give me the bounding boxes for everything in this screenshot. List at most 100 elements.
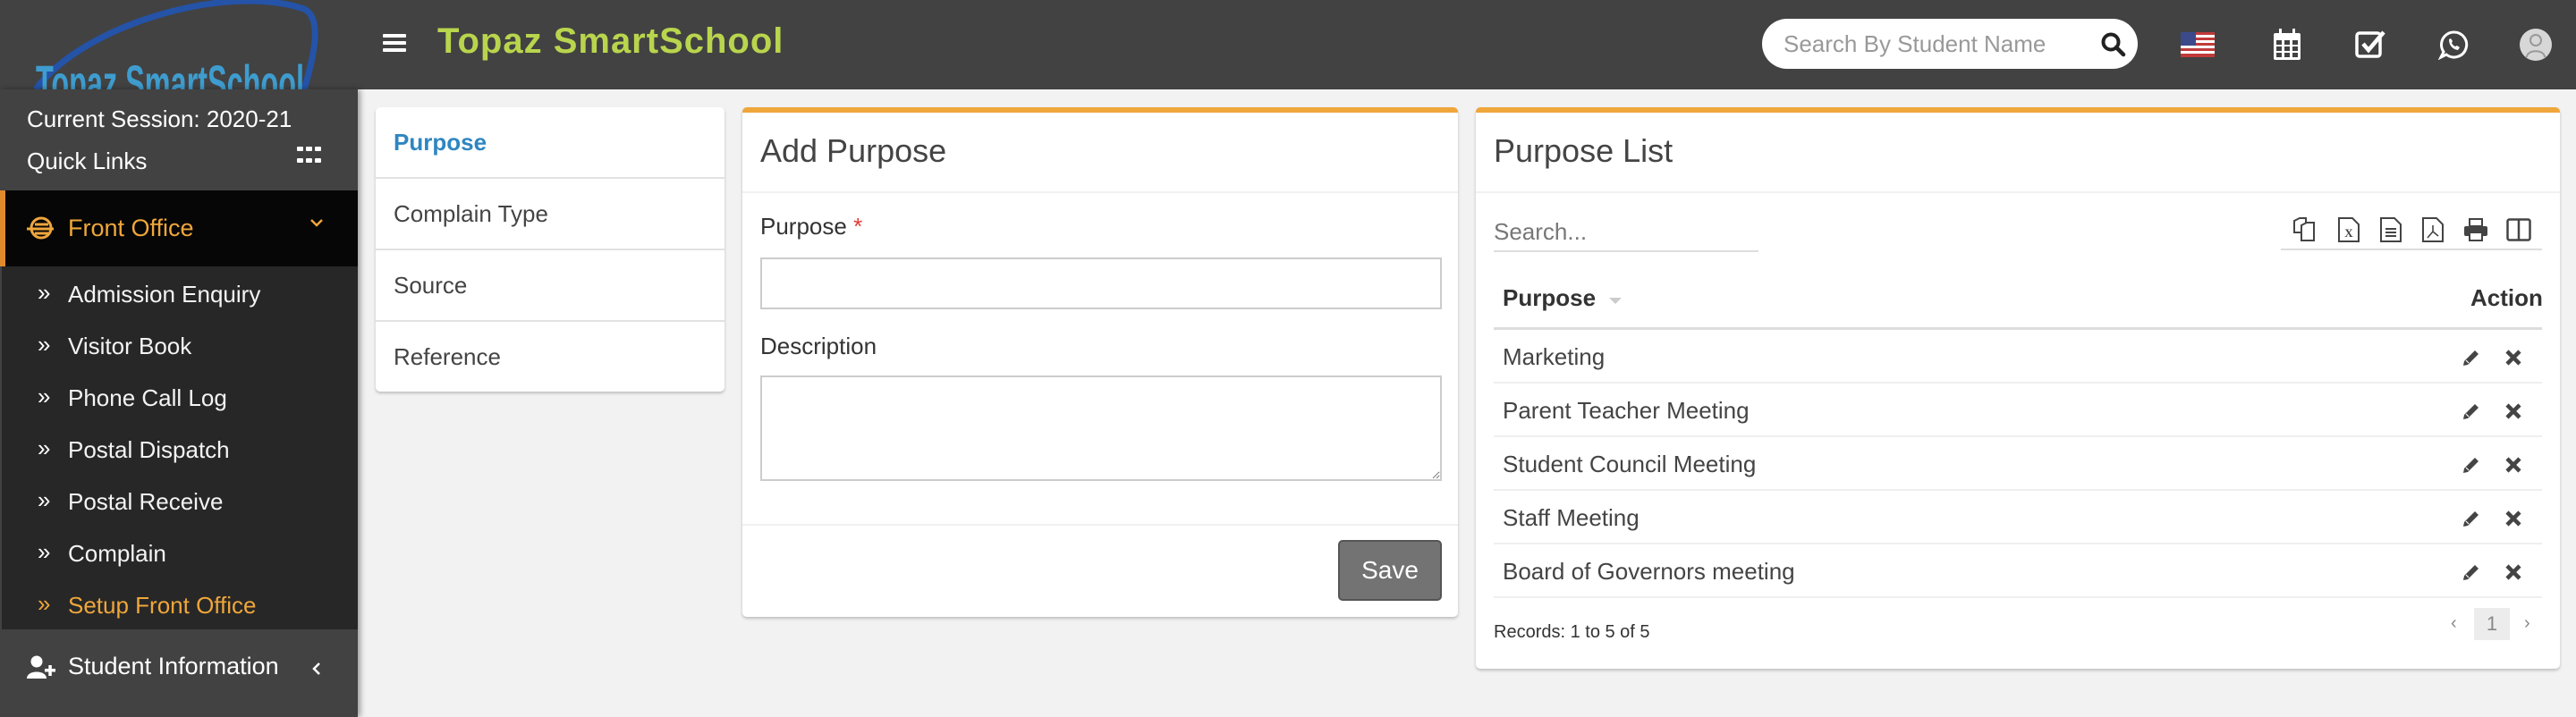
whatsapp-icon [2438,30,2469,60]
submenu-item-label: Setup Front Office [68,592,257,619]
double-chevron-right-icon: » [38,486,51,513]
delete-x-icon[interactable] [2504,456,2522,474]
calendar-icon [2274,29,2301,60]
description-label: Description [760,333,877,359]
whatsapp-button[interactable] [2436,27,2471,63]
quick-links-grid-icon[interactable] [297,147,322,166]
edit-pencil-icon[interactable] [2462,562,2481,582]
grid-dot [297,157,303,163]
setup-menu: Purpose Complain Type Source Reference [376,107,724,392]
setup-menu-complain-type[interactable]: Complain Type [376,179,724,250]
front-office-icon [27,216,54,240]
grid-dot [315,157,321,163]
sort-desc-icon [1609,298,1623,304]
profile-button[interactable] [2518,27,2554,63]
brand-title[interactable]: Topaz SmartSchool [437,21,784,62]
purpose-cell: Staff Meeting [1503,504,1640,531]
column-visibility-button[interactable] [2504,215,2533,245]
save-button[interactable]: Save [1338,540,1442,601]
flag-us-icon [2181,32,2215,57]
delete-x-icon[interactable] [2504,349,2522,367]
purpose-label: Purpose * [760,213,862,240]
purpose-cell: Board of Governors meeting [1503,558,1795,585]
language-button[interactable] [2180,27,2216,63]
tasks-button[interactable] [2352,27,2388,63]
submenu-item-setup-front-office[interactable]: » Setup Front Office [2,581,358,631]
submenu-item-admission-enquiry[interactable]: » Admission Enquiry [2,270,358,320]
column-header-label: Purpose [1503,284,1597,311]
delete-x-icon[interactable] [2504,510,2522,527]
table-row: Marketing [1494,330,2542,384]
pagination-prev[interactable]: ‹ [2451,613,2457,634]
edit-pencil-icon[interactable] [2462,348,2481,367]
logo-text: Topaz SmartSchool [36,55,304,89]
excel-export-button[interactable]: X [2334,215,2363,245]
divider [742,524,1458,526]
list-title: Purpose List [1494,132,1674,169]
grid-dot [315,147,321,151]
setup-menu-purpose[interactable]: Purpose [376,107,724,179]
export-toolbar: X [2281,211,2542,250]
purpose-cell: Marketing [1503,343,1606,370]
grid-dot [306,157,312,163]
submenu-item-label: Admission Enquiry [68,281,261,308]
double-chevron-right-icon: » [38,331,51,358]
setup-menu-label: Source [394,272,468,299]
pdf-icon [2422,217,2444,242]
csv-export-button[interactable] [2377,215,2405,245]
print-icon [2464,218,2487,241]
calendar-button[interactable] [2269,27,2305,63]
sidebar-item-student-information[interactable]: Student Information [0,629,358,710]
divider [1476,191,2560,193]
setup-menu-reference[interactable]: Reference [376,322,724,393]
search-icon [2101,32,2126,57]
list-search-input[interactable] [1494,213,1758,252]
purpose-input[interactable] [760,257,1442,309]
edit-pencil-icon[interactable] [2462,509,2481,528]
double-chevron-right-icon: » [38,383,51,409]
columns-icon [2506,218,2531,241]
edit-pencil-icon[interactable] [2462,401,2481,421]
submenu-item-postal-receive[interactable]: » Postal Receive [2,477,358,527]
delete-x-icon[interactable] [2504,563,2522,581]
copy-button[interactable] [2290,215,2318,245]
student-search-input[interactable] [1784,30,2052,58]
edit-pencil-icon[interactable] [2462,455,2481,475]
add-purpose-form: Add Purpose Purpose * Description Save [742,107,1458,617]
table-row: Parent Teacher Meeting [1494,384,2542,437]
pdf-export-button[interactable] [2419,215,2447,245]
pagination-page[interactable]: 1 [2474,608,2510,640]
student-search [1762,19,2138,69]
excel-icon: X [2338,217,2360,242]
search-button[interactable] [2100,31,2127,58]
submenu-item-phone-call-log[interactable]: » Phone Call Log [2,374,358,424]
delete-x-icon[interactable] [2504,402,2522,420]
quick-links-label[interactable]: Quick Links [27,148,147,175]
column-header-action: Action [2470,284,2543,311]
sidebar-item-front-office[interactable]: Front Office [0,190,358,266]
submenu-item-label: Complain [68,540,166,567]
purpose-cell: Parent Teacher Meeting [1503,397,1750,424]
records-info: Records: 1 to 5 of 5 [1494,622,1650,642]
column-header-purpose[interactable]: Purpose [1503,284,1623,312]
hamburger-icon-bar [383,48,406,52]
submenu-item-complain[interactable]: » Complain [2,529,358,579]
description-textarea[interactable] [760,375,1442,481]
setup-menu-source[interactable]: Source [376,250,724,322]
double-chevron-right-icon: » [38,434,51,461]
menu-toggle-button[interactable] [383,34,406,55]
submenu-item-postal-dispatch[interactable]: » Postal Dispatch [2,426,358,476]
table-row: Staff Meeting [1494,491,2542,544]
print-button[interactable] [2462,215,2490,245]
user-plus-icon [27,655,55,679]
submenu-item-label: Visitor Book [68,333,192,359]
task-checkbox-icon [2355,30,2385,58]
submenu-item-label: Phone Call Log [68,384,227,411]
chevron-left-icon [312,662,320,675]
svg-text:X: X [2344,226,2353,240]
form-title: Add Purpose [760,132,947,169]
pagination-next[interactable]: › [2524,613,2530,634]
logo[interactable]: Topaz SmartSchool [0,0,358,89]
submenu-item-visitor-book[interactable]: » Visitor Book [2,322,358,372]
grid-dot [306,147,312,151]
